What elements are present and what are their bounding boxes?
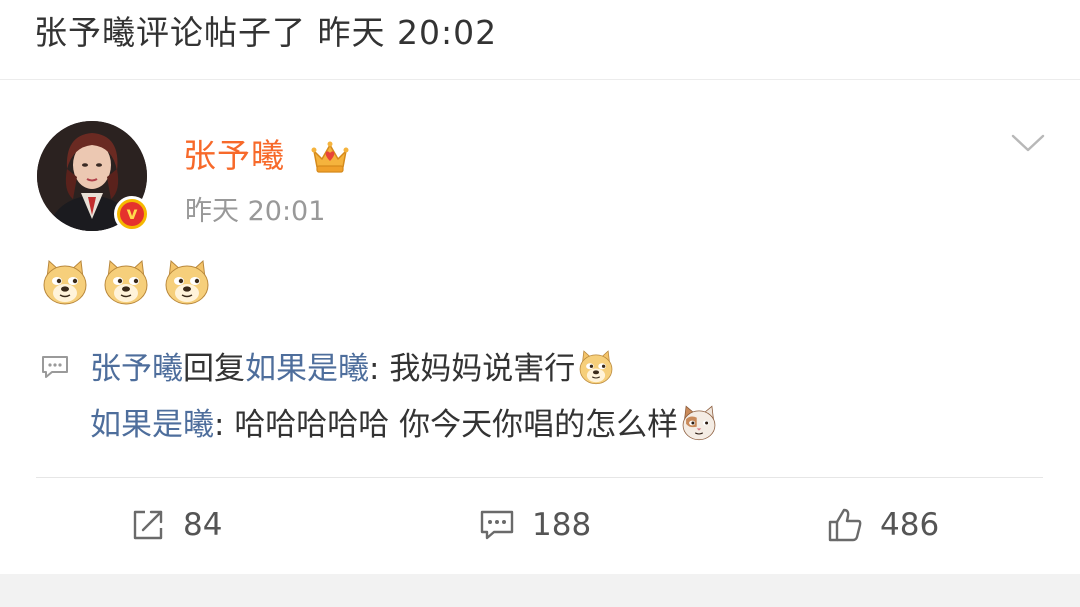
repost-icon (133, 510, 163, 540)
repost-count: 84 (183, 507, 223, 543)
like-button[interactable]: 486 (826, 503, 939, 547)
reply-author-link[interactable]: 如果是曦 (90, 407, 214, 443)
comment-count: 188 (532, 507, 592, 543)
comment-button[interactable]: 188 (478, 503, 591, 547)
comment-thread-icon (42, 356, 68, 378)
repost-button[interactable]: 84 (129, 503, 222, 547)
post-timestamp: 昨天 20:01 (185, 196, 326, 227)
like-count: 486 (880, 507, 940, 543)
footer-separator (0, 574, 1080, 607)
reply-text: 哈哈哈哈哈 你今天你唱的怎么样 (234, 407, 679, 443)
crown-icon (311, 141, 349, 173)
reply-target-link[interactable]: 如果是曦 (245, 351, 369, 387)
thumbs-up-icon (828, 508, 862, 542)
notification-header: 张予曦评论帖子了 昨天 20:02 (0, 0, 1080, 80)
reply-action-text: 回复 (183, 351, 245, 387)
reply-author-link[interactable]: 张予曦 (90, 351, 183, 387)
doge-icon (577, 348, 615, 386)
divider (36, 477, 1043, 478)
reply-line[interactable]: 张予曦回复如果是曦: 我妈妈说害行 (90, 348, 615, 390)
notification-title: 张予曦评论帖子了 昨天 20:02 (34, 13, 498, 52)
reply-separator: : (214, 407, 235, 443)
verified-badge-icon: v (114, 196, 150, 232)
reply-text: 我妈妈说害行 (389, 351, 576, 387)
cat-icon (680, 404, 718, 442)
post-username[interactable]: 张予曦 (183, 134, 285, 178)
doge-icon (101, 257, 151, 307)
reply-separator: : (369, 351, 390, 387)
chevron-down-icon[interactable] (1010, 130, 1046, 156)
doge-icon (162, 257, 212, 307)
reply-line[interactable]: 如果是曦: 哈哈哈哈哈 你今天你唱的怎么样 (90, 404, 718, 446)
post-emoji-content (40, 257, 218, 309)
doge-icon (40, 257, 90, 307)
comment-icon (480, 510, 514, 540)
